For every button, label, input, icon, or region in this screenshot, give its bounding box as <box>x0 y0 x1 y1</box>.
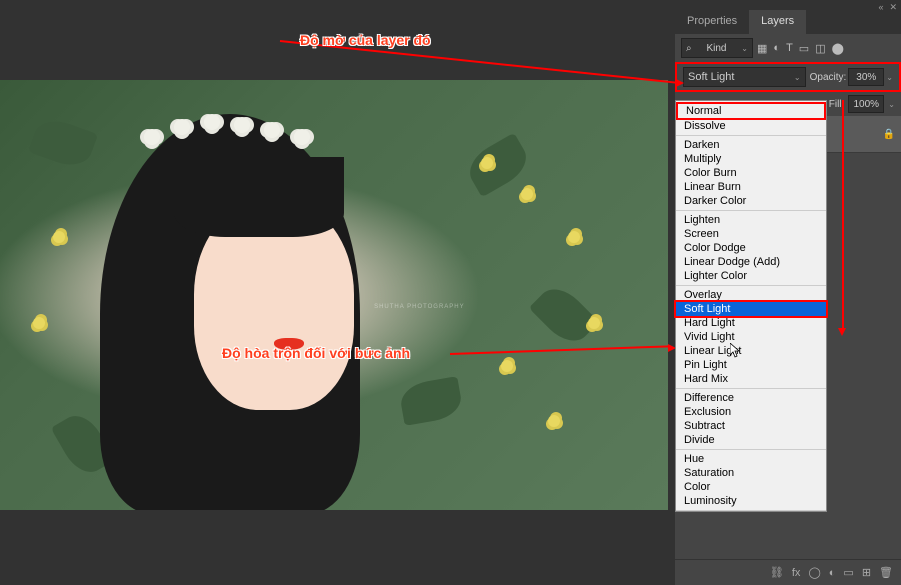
blend-option-hard-mix[interactable]: Hard Mix <box>676 372 826 386</box>
blend-option-exclusion[interactable]: Exclusion <box>676 405 826 419</box>
blend-option-color[interactable]: Color <box>676 480 826 494</box>
blend-option-darker-color[interactable]: Darker Color <box>676 194 826 208</box>
blend-mode-dropdown: NormalDissolveDarkenMultiplyColor BurnLi… <box>675 100 827 512</box>
blend-option-darken[interactable]: Darken <box>676 138 826 152</box>
new-layer-icon[interactable]: ⊞ <box>862 566 871 579</box>
cursor-pointer <box>730 343 744 362</box>
fill-input[interactable]: 100% <box>848 95 884 113</box>
blend-option-linear-dodge-add-[interactable]: Linear Dodge (Add) <box>676 255 826 269</box>
blend-option-color-burn[interactable]: Color Burn <box>676 166 826 180</box>
blend-option-vivid-light[interactable]: Vivid Light <box>676 330 826 344</box>
filter-kind-select[interactable]: ⌕ Kind ⌄ <box>681 38 753 58</box>
blend-option-pin-light[interactable]: Pin Light <box>676 358 826 372</box>
group-icon[interactable]: ▭ <box>843 566 853 579</box>
canvas[interactable]: SHUTHA PHOTOGRAPHY <box>0 80 668 510</box>
chevron-down-icon[interactable]: ⌄ <box>888 100 895 109</box>
blend-option-soft-light[interactable]: Soft Light <box>676 302 826 316</box>
blend-option-lighter-color[interactable]: Lighter Color <box>676 269 826 283</box>
blend-option-saturation[interactable]: Saturation <box>676 466 826 480</box>
opacity-label: Opacity: <box>810 72 847 83</box>
chevron-down-icon: ⌄ <box>794 73 801 82</box>
chevron-down-icon: ⌄ <box>741 44 748 53</box>
blend-option-screen[interactable]: Screen <box>676 227 826 241</box>
tab-layers[interactable]: Layers <box>749 10 806 34</box>
mask-icon[interactable]: ◯ <box>808 566 820 579</box>
lock-icon[interactable]: 🔒 <box>883 129 895 140</box>
search-icon: ⌕ <box>686 43 692 54</box>
blend-option-hard-light[interactable]: Hard Light <box>676 316 826 330</box>
filter-shape-icon[interactable]: ▭ <box>799 42 809 55</box>
blend-option-color-dodge[interactable]: Color Dodge <box>676 241 826 255</box>
chevron-down-icon[interactable]: ⌄ <box>886 73 893 82</box>
blend-option-difference[interactable]: Difference <box>676 391 826 405</box>
blend-option-linear-burn[interactable]: Linear Burn <box>676 180 826 194</box>
adjustment-icon[interactable]: ◐ <box>829 567 836 579</box>
tab-properties[interactable]: Properties <box>675 10 749 34</box>
filter-label: Kind <box>706 43 726 54</box>
blend-option-luminosity[interactable]: Luminosity <box>676 494 826 508</box>
filter-pixel-icon[interactable]: ▦ <box>757 42 767 55</box>
filter-smart-icon[interactable]: ◫ <box>815 42 825 55</box>
annotation-blend: Độ hòa trộn đối với bức ảnh <box>222 345 410 361</box>
blend-option-linear-light[interactable]: Linear Light <box>676 344 826 358</box>
filter-type-icon[interactable]: T <box>786 42 793 54</box>
blend-option-lighten[interactable]: Lighten <box>676 213 826 227</box>
blend-option-subtract[interactable]: Subtract <box>676 419 826 433</box>
fx-icon[interactable]: fx <box>792 567 801 579</box>
link-icon[interactable]: ⛓ <box>770 566 784 579</box>
blend-option-overlay[interactable]: Overlay <box>676 288 826 302</box>
filter-adjustment-icon[interactable]: ◐ <box>773 42 780 54</box>
photo-document: SHUTHA PHOTOGRAPHY <box>0 80 668 510</box>
filter-toggle-icon[interactable]: ⬤ <box>832 42 844 55</box>
blend-option-hue[interactable]: Hue <box>676 452 826 466</box>
blend-option-multiply[interactable]: Multiply <box>676 152 826 166</box>
trash-icon[interactable]: 🗑 <box>879 566 893 579</box>
opacity-input[interactable]: 30% <box>848 68 884 86</box>
blend-option-divide[interactable]: Divide <box>676 433 826 447</box>
annotation-opacity: Độ mờ của layer đó <box>300 32 431 48</box>
blend-mode-value: Soft Light <box>688 71 734 83</box>
blend-option-dissolve[interactable]: Dissolve <box>676 119 826 133</box>
blend-option-normal[interactable]: Normal <box>678 104 824 118</box>
blend-mode-select[interactable]: Soft Light ⌄ <box>683 67 806 87</box>
watermark: SHUTHA PHOTOGRAPHY <box>374 304 465 310</box>
